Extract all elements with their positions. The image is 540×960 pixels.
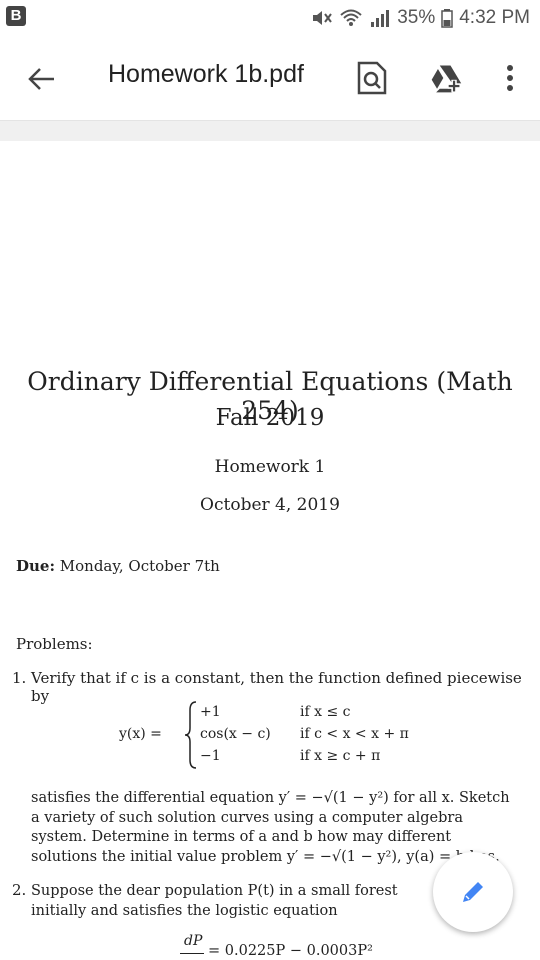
due-line: Due: Monday, October 7th — [16, 557, 220, 575]
pdf-page[interactable]: Ordinary Differential Equations (Math 25… — [0, 141, 540, 960]
problem-1-intro: Verify that if c is a constant, then the… — [31, 669, 522, 705]
problem-2-number: 2. — [12, 881, 27, 899]
problem-1-number: 1. — [12, 669, 27, 687]
problems-heading: Problems: — [16, 635, 93, 653]
status-icons: 35% 4:32 PM — [311, 4, 530, 32]
case-2-value: cos(x − c) — [200, 726, 271, 742]
logistic-equation-rhs: = 0.0225P − 0.0003P² — [208, 943, 373, 959]
add-to-drive-icon[interactable] — [429, 60, 463, 96]
more-options-icon[interactable] — [493, 60, 527, 96]
case-3-value: −1 — [200, 748, 221, 764]
toolbar-shadow-band — [0, 121, 540, 141]
file-title: Homework 1b.pdf — [108, 60, 304, 88]
homework-label: Homework 1 — [214, 457, 326, 477]
due-value: Monday, October 7th — [59, 557, 220, 575]
status-bar: B 35% 4:32 PM — [0, 0, 540, 36]
piecewise-brace — [184, 701, 197, 769]
due-label: Due: — [16, 557, 55, 575]
wifi-icon — [340, 9, 362, 26]
derivative-numerator: dP — [184, 933, 203, 949]
edit-fab-button[interactable] — [433, 852, 513, 932]
app-toolbar: Homework 1b.pdf — [0, 36, 540, 121]
mute-icon — [313, 11, 333, 25]
back-arrow-icon[interactable] — [24, 62, 58, 96]
notification-badge: B — [6, 6, 26, 26]
battery-percent: 35% — [397, 7, 436, 28]
battery-icon — [441, 9, 453, 28]
case-2-condition: if c < x < x + π — [300, 726, 409, 742]
fraction-bar — [180, 953, 204, 954]
case-1-condition: if x ≤ c — [300, 704, 351, 720]
case-1-value: +1 — [200, 704, 221, 720]
problem-2-body: Suppose the dear population P(t) in a sm… — [31, 883, 398, 919]
find-in-document-icon[interactable] — [355, 60, 389, 96]
pencil-icon — [463, 882, 483, 902]
homework-date: October 4, 2019 — [200, 495, 340, 515]
problem-1-body: satisfies the differential equation y′ =… — [31, 790, 510, 865]
term: Fall 2019 — [215, 405, 325, 431]
clock: 4:32 PM — [459, 7, 530, 28]
signal-icon — [371, 10, 390, 27]
case-3-condition: if x ≥ c + π — [300, 748, 381, 764]
piecewise-lhs: y(x) = — [119, 726, 162, 742]
